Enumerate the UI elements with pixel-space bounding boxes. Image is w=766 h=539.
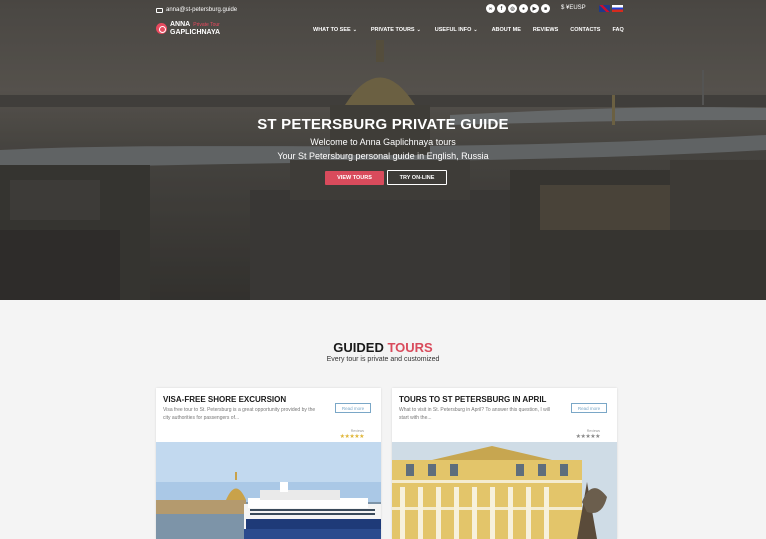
section-title-accent: TOURS	[387, 340, 433, 355]
nav-item-private-tours[interactable]: PRIVATE TOURS ⌄	[371, 27, 421, 33]
main-nav: WHAT TO SEE ⌄ PRIVATE TOURS ⌄ USEFUL INFO ⌄…	[313, 27, 624, 33]
language-switcher	[599, 5, 623, 12]
cruise-ship-photo[interactable]	[156, 442, 381, 539]
yellow-palace-photo[interactable]	[392, 442, 617, 539]
read-more-button[interactable]: Read more	[335, 403, 371, 413]
hero-subtitle-guide: Your St Petersburg personal guide in Eng…	[277, 151, 489, 161]
hero-overlay	[0, 0, 766, 300]
tour-card[interactable]: VISA-FREE SHORE EXCURSION Visa free tour…	[156, 388, 381, 539]
card-rating: Reviews ★★★★★	[339, 429, 365, 440]
site-logo[interactable]: ANNA Private Tour GAPLICHNAYA	[156, 21, 220, 36]
nav-label: USEFUL INFO	[434, 27, 472, 33]
view-tours-button[interactable]: VIEW TOURS	[325, 171, 384, 185]
read-more-button[interactable]: Read more	[571, 403, 607, 413]
vk-icon[interactable]: ●	[519, 4, 528, 13]
youtube-icon[interactable]: ▶	[530, 4, 539, 13]
chevron-down-icon: ⌄	[416, 27, 421, 33]
logo-icon	[156, 23, 167, 34]
top-bar: anna@st-petersburg.guide ∞ f ◎ ● ▶ ■ $ ¥…	[156, 4, 623, 16]
logo-first-name: ANNA	[170, 21, 191, 28]
hero-subtitle-welcome: Welcome to Anna Gaplichnaya tours	[310, 137, 456, 147]
tour-card[interactable]: TOURS TO ST PETERSBURG IN APRIL What to …	[392, 388, 617, 539]
social-links: ∞ f ◎ ● ▶ ■	[486, 4, 550, 13]
page: anna@st-petersburg.guide ∞ f ◎ ● ▶ ■ $ ¥…	[0, 0, 766, 539]
nav-item-useful-info[interactable]: USEFUL INFO ⌄	[435, 27, 478, 33]
email-link[interactable]: anna@st-petersburg.guide	[156, 7, 237, 13]
nav-item-what-to-see[interactable]: WHAT TO SEE ⌄	[313, 27, 357, 33]
nav-item-reviews[interactable]: REVIEWS	[533, 27, 558, 33]
hero-section: anna@st-petersburg.guide ∞ f ◎ ● ▶ ■ $ ¥…	[0, 0, 766, 300]
instagram-icon[interactable]: ◎	[508, 4, 517, 13]
logo-last-name: GAPLICHNAYA	[170, 29, 221, 36]
section-title-main: GUIDED	[333, 340, 388, 355]
envelope-icon	[156, 7, 163, 13]
nav-item-contacts[interactable]: CONTACTS	[570, 27, 600, 33]
currency-selector[interactable]: $ ¥EUSP	[561, 5, 586, 11]
card-excerpt: What to visit in St. Petersburg in April…	[399, 407, 551, 421]
hero-title: ST PETERSBURG PRIVATE GUIDE	[257, 116, 509, 133]
nav-item-about-me[interactable]: ABOUT ME	[492, 27, 521, 33]
try-online-button[interactable]: TRY ON-LINE	[387, 170, 447, 185]
nav-label: WHAT TO SEE	[313, 27, 351, 33]
card-rating: Reviews ★★★★★	[575, 429, 601, 440]
card-excerpt: Visa free tour to St. Petersburg is a gr…	[163, 407, 316, 421]
section-title: GUIDED TOURS	[0, 340, 766, 355]
nav-label: REVIEWS	[532, 27, 559, 33]
tripadvisor-icon[interactable]: ∞	[486, 4, 495, 13]
nav-label: FAQ	[612, 27, 624, 33]
chevron-down-icon: ⌄	[473, 27, 478, 33]
logo-tagline: Private Tour	[193, 22, 220, 28]
chevron-down-icon: ⌄	[352, 27, 357, 33]
section-subtitle: Every tour is private and customized	[326, 356, 440, 363]
facebook-icon[interactable]: f	[497, 4, 506, 13]
star-rating-icon: ★★★★★	[339, 434, 365, 440]
nav-item-faq[interactable]: FAQ	[612, 27, 623, 33]
nav-label: ABOUT ME	[491, 27, 521, 33]
nav-label: CONTACTS	[570, 27, 601, 33]
camera-icon[interactable]: ■	[541, 4, 550, 13]
nav-label: PRIVATE TOURS	[370, 27, 415, 33]
uk-flag-icon[interactable]	[599, 5, 610, 12]
email-text: anna@st-petersburg.guide	[166, 7, 238, 13]
star-rating-icon: ★★★★★	[575, 434, 601, 440]
ru-flag-icon[interactable]	[612, 5, 623, 12]
card-title[interactable]: VISA-FREE SHORE EXCURSION	[163, 395, 286, 404]
card-title[interactable]: TOURS TO ST PETERSBURG IN APRIL	[399, 395, 546, 404]
